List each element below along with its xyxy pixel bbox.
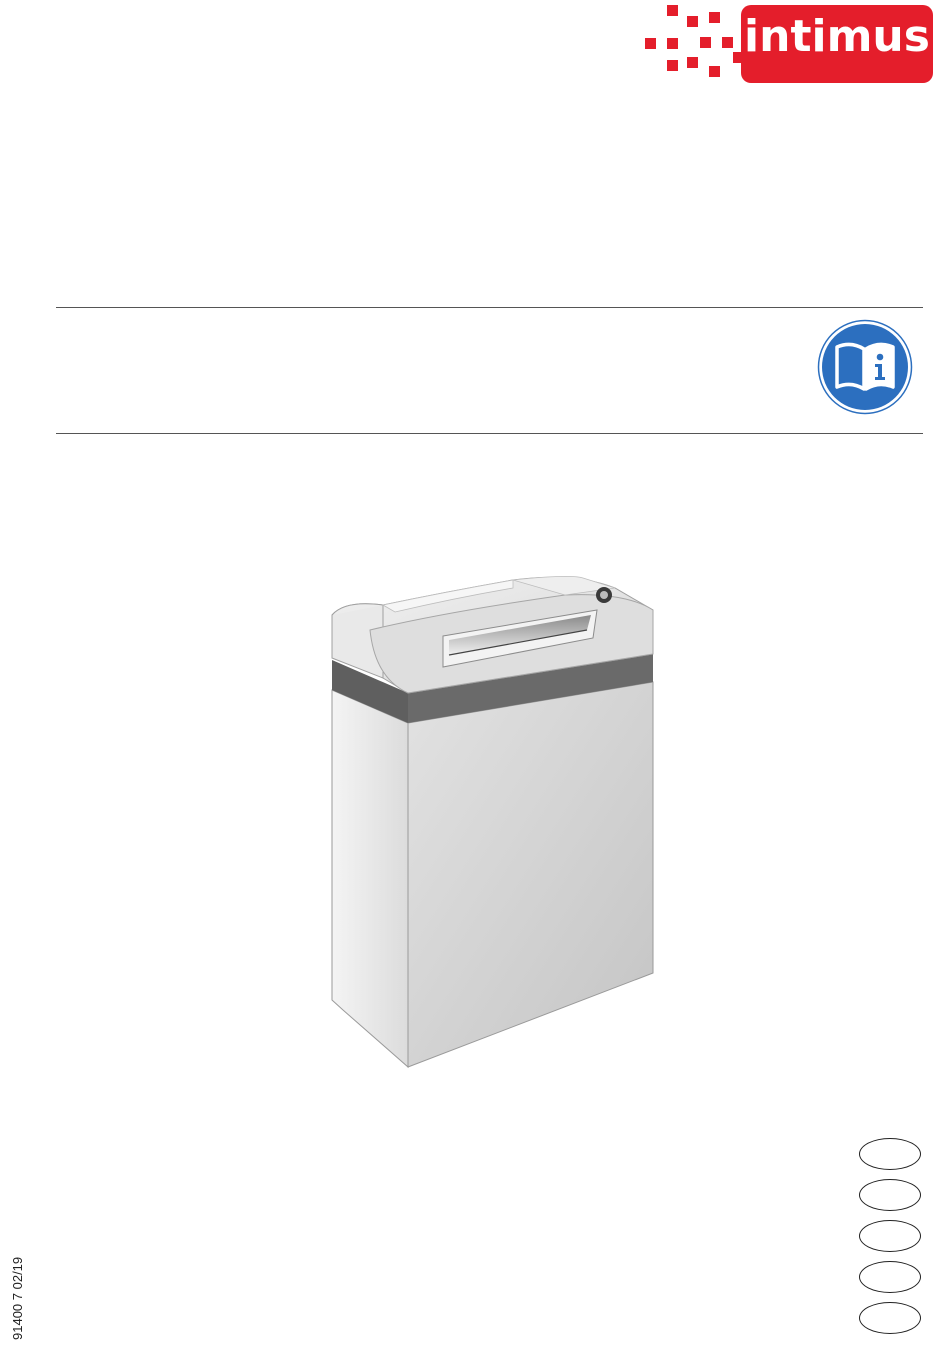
language-oval bbox=[859, 1179, 921, 1211]
bottom-divider bbox=[56, 433, 923, 434]
top-divider bbox=[56, 307, 923, 308]
document-number: 91400 7 02/19 bbox=[10, 1256, 25, 1340]
language-oval bbox=[859, 1302, 921, 1334]
language-oval bbox=[859, 1220, 921, 1252]
pixel-dots-logo-icon bbox=[645, 5, 744, 77]
language-markers bbox=[859, 1138, 925, 1338]
language-oval bbox=[859, 1138, 921, 1170]
paper-shredder-illustration bbox=[331, 576, 654, 1069]
brand-name: intimus bbox=[744, 11, 930, 62]
language-oval bbox=[859, 1261, 921, 1293]
brand-wordmark: intimus bbox=[741, 5, 933, 83]
read-manual-info-icon bbox=[817, 319, 913, 415]
